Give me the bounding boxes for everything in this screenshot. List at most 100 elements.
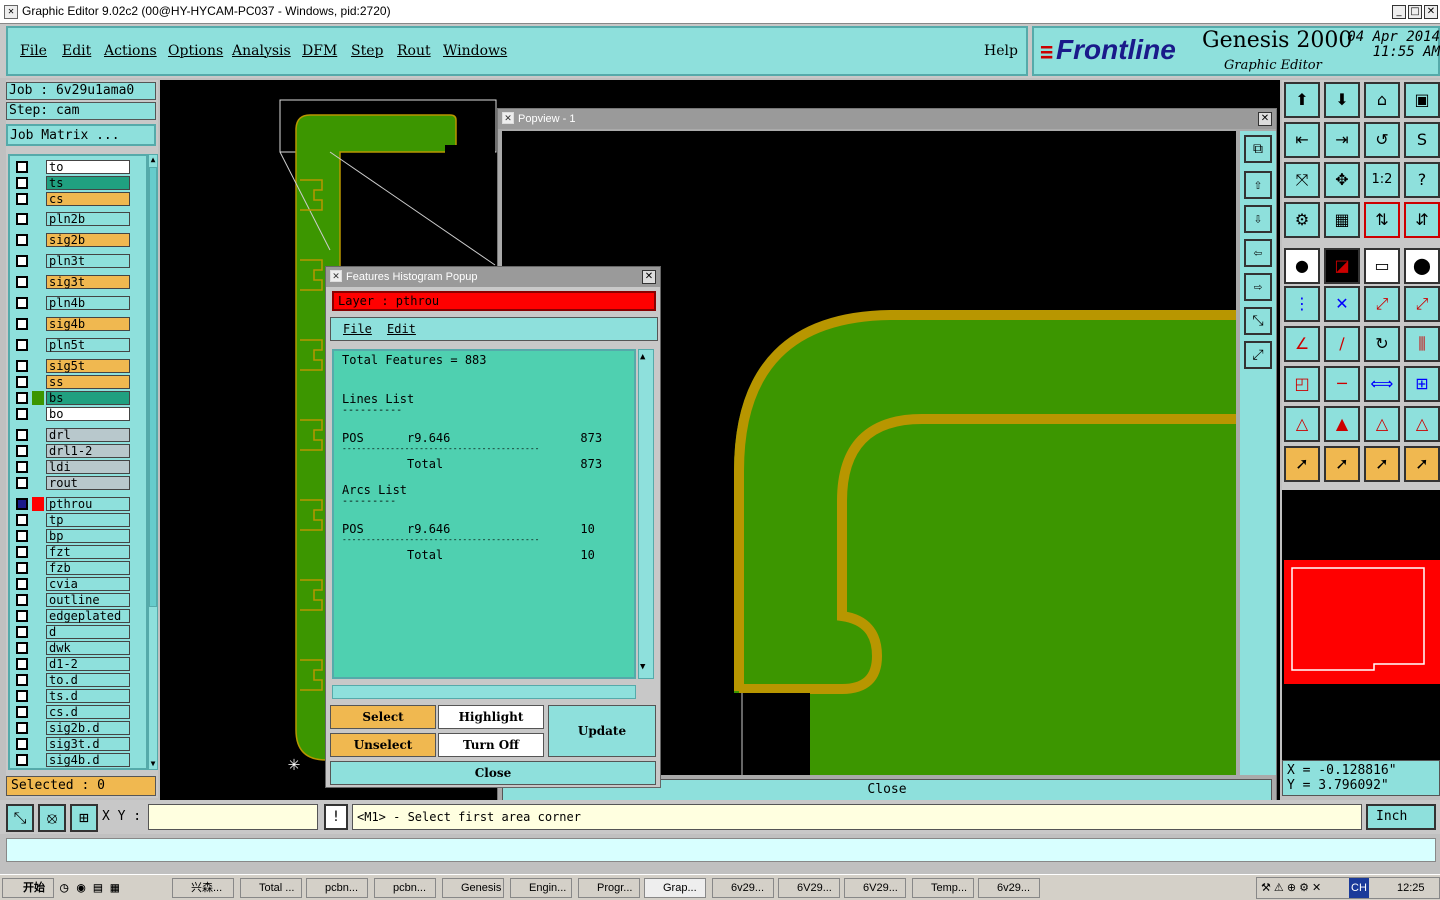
histogram-menu-edit[interactable]: Edit xyxy=(387,322,416,336)
layer-row-sig2b[interactable]: sig2b xyxy=(10,233,150,247)
taskbar-item[interactable]: Temp... xyxy=(912,878,974,898)
layer-checkbox[interactable] xyxy=(16,626,28,638)
triangle-c-icon[interactable]: △ xyxy=(1364,406,1400,442)
layer-color-swatch[interactable] xyxy=(32,625,44,639)
layer-color-swatch[interactable] xyxy=(32,593,44,607)
rotate-icon[interactable]: ↺ xyxy=(1364,122,1400,158)
layer-checkbox[interactable] xyxy=(16,213,28,225)
layer-color-swatch[interactable] xyxy=(32,689,44,703)
pointer-select-icon[interactable]: ➚ xyxy=(1324,446,1360,482)
minus-icon[interactable]: ─ xyxy=(1324,366,1360,402)
layer-name[interactable]: sig2b xyxy=(46,233,130,247)
pointer-icon[interactable]: ➚ xyxy=(1284,446,1320,482)
layer-color-swatch[interactable] xyxy=(32,529,44,543)
layer-name[interactable]: rout xyxy=(46,476,130,490)
layer-color-swatch[interactable] xyxy=(32,233,44,247)
info-icon[interactable]: ! xyxy=(324,804,348,830)
measure-mode-icon[interactable]: ⦻ xyxy=(38,804,66,832)
layer-row-fzt[interactable]: fzt xyxy=(10,545,150,559)
layer-color-swatch[interactable] xyxy=(32,641,44,655)
window-icon[interactable]: ▣ xyxy=(1404,82,1440,118)
turn-off-button[interactable]: Turn Off xyxy=(438,733,544,757)
layer-name[interactable]: cs xyxy=(46,192,130,206)
layer-checkbox[interactable] xyxy=(16,255,28,267)
taskbar-item[interactable]: pcbn... xyxy=(374,878,436,898)
layer-checkbox[interactable] xyxy=(16,234,28,246)
slash-icon[interactable]: ∕ xyxy=(1324,326,1360,362)
layer-checkbox[interactable] xyxy=(16,477,28,489)
layer-checkbox[interactable] xyxy=(16,674,28,686)
layer-name[interactable]: fzb xyxy=(46,561,130,575)
layer-checkbox[interactable] xyxy=(16,376,28,388)
layer-row-sig2b.d[interactable]: sig2b.d xyxy=(10,721,150,735)
layer-row-bs[interactable]: bs xyxy=(10,391,150,405)
layer-name[interactable]: ts xyxy=(46,176,130,190)
tray-icons[interactable]: ⚒ ⚠ ⊕ ⚙ ✕ xyxy=(1261,878,1321,898)
layer-checkbox[interactable] xyxy=(16,610,28,622)
layer-color-swatch[interactable] xyxy=(32,737,44,751)
layer-checkbox[interactable] xyxy=(16,546,28,558)
unselect-button[interactable]: Unselect xyxy=(330,733,436,757)
taskbar-item[interactable]: pcbn... xyxy=(306,878,368,898)
layer-color-swatch[interactable] xyxy=(32,476,44,490)
layer-row-d1-2[interactable]: d1-2 xyxy=(10,657,150,671)
menu-help[interactable]: Help xyxy=(984,43,1018,59)
layer-row-cs[interactable]: cs xyxy=(10,192,150,206)
layer-checkbox[interactable] xyxy=(16,642,28,654)
pointer-multi-icon[interactable]: ➚ xyxy=(1404,446,1440,482)
taskbar-item[interactable]: 6v29... xyxy=(978,878,1040,898)
layer-row-cvia[interactable]: cvia xyxy=(10,577,150,591)
layer-checkbox[interactable] xyxy=(16,498,28,510)
layer-checkbox[interactable] xyxy=(16,658,28,670)
layer-color-swatch[interactable] xyxy=(32,609,44,623)
taskbar-item[interactable]: Total ... xyxy=(240,878,302,898)
triangle-b-icon[interactable]: ▲ xyxy=(1324,406,1360,442)
layer-name[interactable]: dwk xyxy=(46,641,130,655)
layer-name[interactable]: ldi xyxy=(46,460,130,474)
report-scroll-up-icon[interactable]: ▲ xyxy=(640,352,645,362)
layer-row-sig3t[interactable]: sig3t xyxy=(10,275,150,289)
layer-row-fzb[interactable]: fzb xyxy=(10,561,150,575)
layer-checkbox[interactable] xyxy=(16,754,28,766)
start-button[interactable]: 开始 xyxy=(2,878,54,898)
layer-name[interactable]: sig5t xyxy=(46,359,130,373)
histogram-close-icon[interactable]: ✕ xyxy=(642,270,656,284)
layer-list-scrollbar[interactable]: ▲ ▼ xyxy=(148,154,158,770)
scroll-down-icon[interactable]: ▼ xyxy=(149,759,157,769)
close-icon[interactable]: ✕ xyxy=(1424,5,1438,19)
xy-input[interactable] xyxy=(148,804,318,830)
layer-checkbox[interactable] xyxy=(16,461,28,473)
menu-windows[interactable]: Windows xyxy=(443,43,507,59)
layer-row-drl1-2[interactable]: drl1-2 xyxy=(10,444,150,458)
taskbar-item[interactable]: 6V29... xyxy=(844,878,906,898)
popview-close-icon[interactable]: ✕ xyxy=(1258,112,1272,126)
layer-name[interactable]: edgeplated xyxy=(46,609,130,623)
menu-analysis[interactable]: Analysis xyxy=(232,43,291,59)
pad-move-icon[interactable]: ◰ xyxy=(1284,366,1320,402)
layer-color-swatch[interactable] xyxy=(32,359,44,373)
layer-color-swatch[interactable] xyxy=(32,317,44,331)
layer-name[interactable]: pln2b xyxy=(46,212,130,226)
layer-name[interactable]: sig3t.d xyxy=(46,737,130,751)
layer-checkbox[interactable] xyxy=(16,276,28,288)
layer-name[interactable]: ss xyxy=(46,375,130,389)
update-button[interactable]: Update xyxy=(548,705,656,757)
one-to-one-icon[interactable]: 1:2 xyxy=(1364,162,1400,198)
taskbar-item[interactable]: 6v29... xyxy=(712,878,774,898)
menu-step[interactable]: Step xyxy=(351,43,383,59)
layer-row-ts.d[interactable]: ts.d xyxy=(10,689,150,703)
layer-name[interactable]: outline xyxy=(46,593,130,607)
line-add-icon[interactable]: ⤢ xyxy=(1364,286,1400,322)
layer-row-bo[interactable]: bo xyxy=(10,407,150,421)
layer-name[interactable]: pln5t xyxy=(46,338,130,352)
layer-name[interactable]: bp xyxy=(46,529,130,543)
layer-checkbox[interactable] xyxy=(16,429,28,441)
dot-icon[interactable]: ⬤ xyxy=(1404,248,1440,284)
surface-icon[interactable]: ◪ xyxy=(1324,248,1360,284)
report-scrollbar[interactable]: ▲ ▼ xyxy=(638,349,654,679)
layer-checkbox[interactable] xyxy=(16,514,28,526)
pan-left-icon[interactable]: ⇤ xyxy=(1284,122,1320,158)
layer-checkbox[interactable] xyxy=(16,530,28,542)
group-icon[interactable]: ⊞ xyxy=(1404,366,1440,402)
layer-name[interactable]: fzt xyxy=(46,545,130,559)
